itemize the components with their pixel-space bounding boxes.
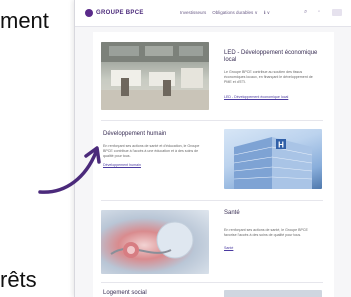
section-text-led: Le Groupe BPCE contribue au soutien des … xyxy=(224,70,313,84)
annotation-arrow-icon xyxy=(38,146,101,194)
health-image xyxy=(101,210,209,274)
logement-image xyxy=(224,290,322,297)
site-header: GROUPE BPCE Investisseurs Obligations du… xyxy=(75,0,351,27)
section-title-developpement-humain: Développement humain xyxy=(103,131,167,137)
divider xyxy=(101,120,323,121)
section-text-developpement-humain: En renforçant ses actions de santé et d'… xyxy=(103,144,200,158)
search-icon[interactable]: ⌕ xyxy=(304,9,312,16)
section-link-developpement-humain[interactable]: Développement humain xyxy=(103,163,141,167)
svg-text:H: H xyxy=(278,141,284,150)
logo-text: GROUPE BPCE xyxy=(96,10,144,16)
section-link-sante[interactable]: Santé xyxy=(224,246,233,250)
office-image xyxy=(101,42,209,110)
header-icons: ⌕ ◦ xyxy=(304,9,342,16)
site-logo[interactable]: GROUPE BPCE xyxy=(85,9,144,17)
section-title-led: LED - Développement économique local xyxy=(224,50,318,63)
section-title-sante: Santé xyxy=(224,210,240,216)
divider xyxy=(101,200,323,201)
main-nav: Investisseurs Obligations durables ∨ ℹ ∨ xyxy=(180,10,270,16)
user-icon[interactable]: ◦ xyxy=(318,9,326,16)
divider xyxy=(101,282,323,283)
section-text-sante: En renforçant ses actions de santé, le G… xyxy=(224,228,308,237)
hospital-building-image: H xyxy=(224,129,322,189)
section-title-logement-social: Logement social xyxy=(103,290,147,296)
website-screenshot: GROUPE BPCE Investisseurs Obligations du… xyxy=(74,0,351,297)
slide-text-bottom: rêts xyxy=(0,267,37,292)
nav-item-info[interactable]: ℹ ∨ xyxy=(264,10,270,16)
menu-icon[interactable] xyxy=(332,9,342,16)
logo-icon xyxy=(85,9,93,17)
nav-item-investisseurs[interactable]: Investisseurs xyxy=(180,10,206,16)
slide-text-top: ment xyxy=(0,8,49,33)
nav-item-obligations-durables[interactable]: Obligations durables ∨ xyxy=(212,10,258,16)
section-link-led[interactable]: LED - Développement économique local xyxy=(224,95,288,99)
page-content: LED - Développement économique local Le … xyxy=(93,32,334,297)
